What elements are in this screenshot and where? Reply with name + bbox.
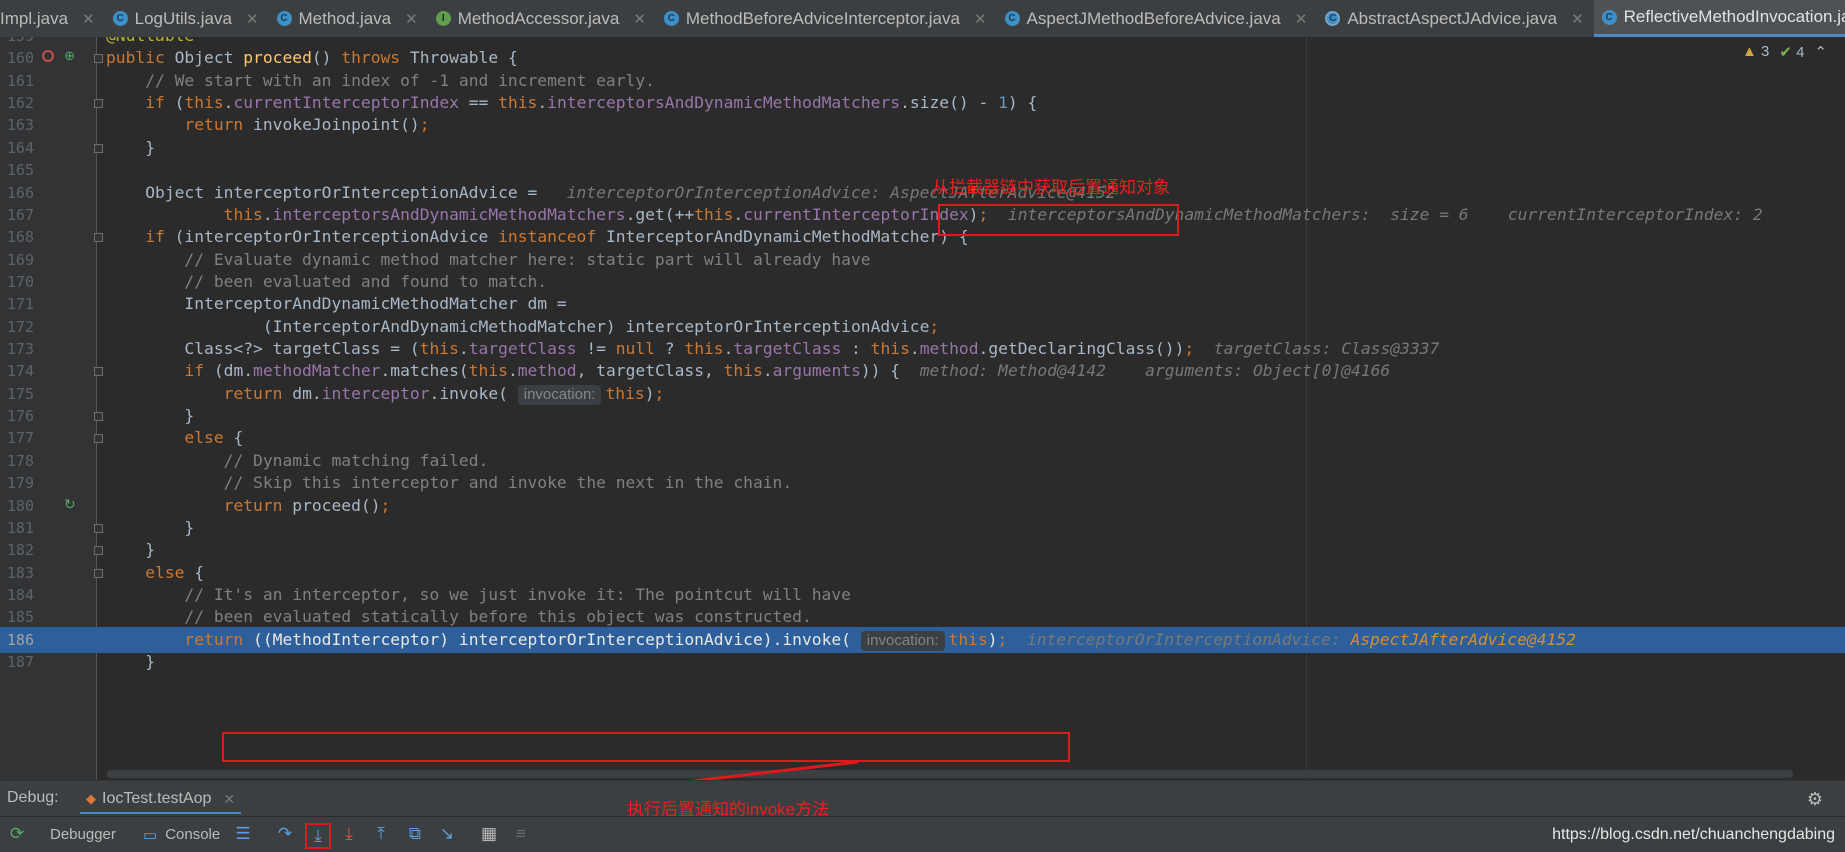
debug-tool-window-header: Debug: ◆ IocTest.testAop ✕ 执行后置通知的invoke… [0, 780, 1845, 819]
rerun-icon[interactable]: ⟳ [6, 823, 28, 845]
editor-tab-bar: Impl.java ✕ C LogUtils.java ✕ C Method.java ✕ I M… [0, 0, 1845, 38]
evaluate-expression-icon[interactable]: ▦ [478, 823, 500, 845]
tab-label: MethodAccessor.java [457, 8, 620, 28]
drop-frame-icon[interactable]: ⧉ [404, 823, 426, 845]
tab-label: Impl.java [0, 8, 69, 28]
fold-marker-icon[interactable] [94, 143, 103, 153]
close-icon[interactable]: ✕ [974, 10, 987, 28]
editor-tab[interactable]: CReflectiveMethodInvocation.java✕ [1593, 0, 1845, 37]
class-icon: C [1004, 11, 1020, 26]
chevron-up-icon[interactable]: ⌃ [1814, 43, 1827, 61]
class-icon: C [276, 11, 292, 26]
annotation-box-invoke-line [222, 732, 1070, 762]
tab-debugger[interactable]: Debugger [50, 821, 116, 848]
fold-marker-icon[interactable] [94, 412, 103, 422]
tab-label: Method.java [298, 8, 392, 28]
close-icon[interactable]: ✕ [633, 10, 646, 28]
abstract-class-icon: C [1325, 11, 1341, 26]
close-icon[interactable]: ✕ [82, 10, 95, 28]
layout-icon[interactable]: ☰ [232, 823, 254, 845]
editor-tab[interactable]: C MethodBeforeAdviceInterceptor.java ✕ [656, 0, 997, 37]
close-icon[interactable]: ✕ [246, 10, 259, 28]
run-config-icon: ◆ [86, 791, 96, 806]
tab-label: AspectJMethodBeforeAdvice.java [1026, 8, 1281, 28]
close-icon[interactable]: ✕ [405, 10, 418, 28]
warning-icon: ▲ [1741, 43, 1757, 60]
fold-marker-icon[interactable] [94, 99, 103, 109]
debug-session-tab[interactable]: ◆ IocTest.testAop ✕ [80, 786, 242, 814]
interface-icon: I [435, 11, 451, 26]
fold-marker-icon[interactable] [94, 546, 103, 556]
annotation-box-advice-value [938, 204, 1179, 236]
tab-label: AbstractAspectJAdvice.java [1347, 8, 1558, 28]
override-icon[interactable]: ⊕ [64, 48, 75, 64]
editor-tab[interactable]: Impl.java ✕ [0, 0, 105, 37]
fold-marker-icon[interactable] [94, 367, 103, 377]
fold-marker-icon[interactable] [94, 233, 103, 243]
breakpoint-icon[interactable] [42, 50, 54, 63]
class-icon: C [663, 11, 679, 26]
fold-marker-icon[interactable] [94, 523, 103, 533]
fold-marker-icon[interactable] [94, 54, 103, 64]
fold-marker-icon[interactable] [94, 568, 103, 578]
close-icon[interactable]: ✕ [1571, 10, 1584, 28]
annotation-top-note: 从拦截器链中获取后置通知对象 [932, 178, 1170, 197]
class-icon: C [1601, 9, 1617, 25]
trace-icon: ≡ [516, 824, 526, 843]
watermark-url: https://blog.csdn.net/chuanchengdabing [1552, 826, 1835, 843]
debug-label: Debug: [7, 789, 59, 806]
line-number[interactable]: 187 [0, 649, 34, 675]
tab-label: LogUtils.java [134, 8, 232, 28]
class-icon: C [112, 11, 128, 26]
tab-label: MethodBeforeAdviceInterceptor.java [685, 8, 960, 28]
editor-tab[interactable]: C Method.java ✕ [269, 0, 428, 37]
fold-marker-icon[interactable] [94, 434, 103, 444]
step-over-icon[interactable]: ↷ [274, 823, 296, 845]
console-icon: ▭ [143, 826, 158, 844]
code-line[interactable]: 187 } [0, 649, 1845, 675]
editor-tab[interactable]: I MethodAccessor.java ✕ [428, 0, 656, 37]
code-text[interactable]: } [106, 649, 155, 675]
step-out-icon[interactable]: ⤒ [370, 823, 392, 845]
tab-console[interactable]: ▭ Console [143, 821, 220, 848]
gear-icon[interactable]: ⚙ [1807, 789, 1823, 810]
step-into-icon[interactable]: ⤓ [305, 823, 331, 849]
warning-count[interactable]: ▲ 3 [1742, 43, 1769, 61]
run-to-cursor-icon[interactable]: ↘ [436, 823, 458, 845]
close-icon[interactable]: ✕ [1295, 10, 1308, 28]
inspection-summary[interactable]: ▲ 3 ✔ 4 ⌃ [1742, 43, 1827, 61]
editor-tab[interactable]: C AbstractAspectJAdvice.java ✕ [1317, 0, 1593, 37]
ok-count[interactable]: ✔ 4 [1779, 43, 1804, 61]
horizontal-scrollbar[interactable] [107, 770, 1793, 778]
close-icon[interactable]: ✕ [223, 791, 235, 808]
editor-tab[interactable]: C AspectJMethodBeforeAdvice.java ✕ [997, 0, 1318, 37]
force-step-into-icon[interactable]: ⤓ [338, 823, 360, 845]
check-icon: ✔ [1779, 44, 1792, 61]
tab-label: ReflectiveMethodInvocation.java [1623, 7, 1845, 26]
recursive-call-icon[interactable]: ↻ [64, 496, 76, 513]
editor-tab[interactable]: C LogUtils.java ✕ [105, 0, 269, 37]
code-editor[interactable]: 159@Nullable160public Object proceed() t… [0, 37, 1845, 780]
debugger-toolbar: ⟳ Debugger ▭ Console ☰ ↷ ⤓ ⤓ ⤒ ⧉ ↘ ▦ ≡ h… [0, 816, 1845, 852]
